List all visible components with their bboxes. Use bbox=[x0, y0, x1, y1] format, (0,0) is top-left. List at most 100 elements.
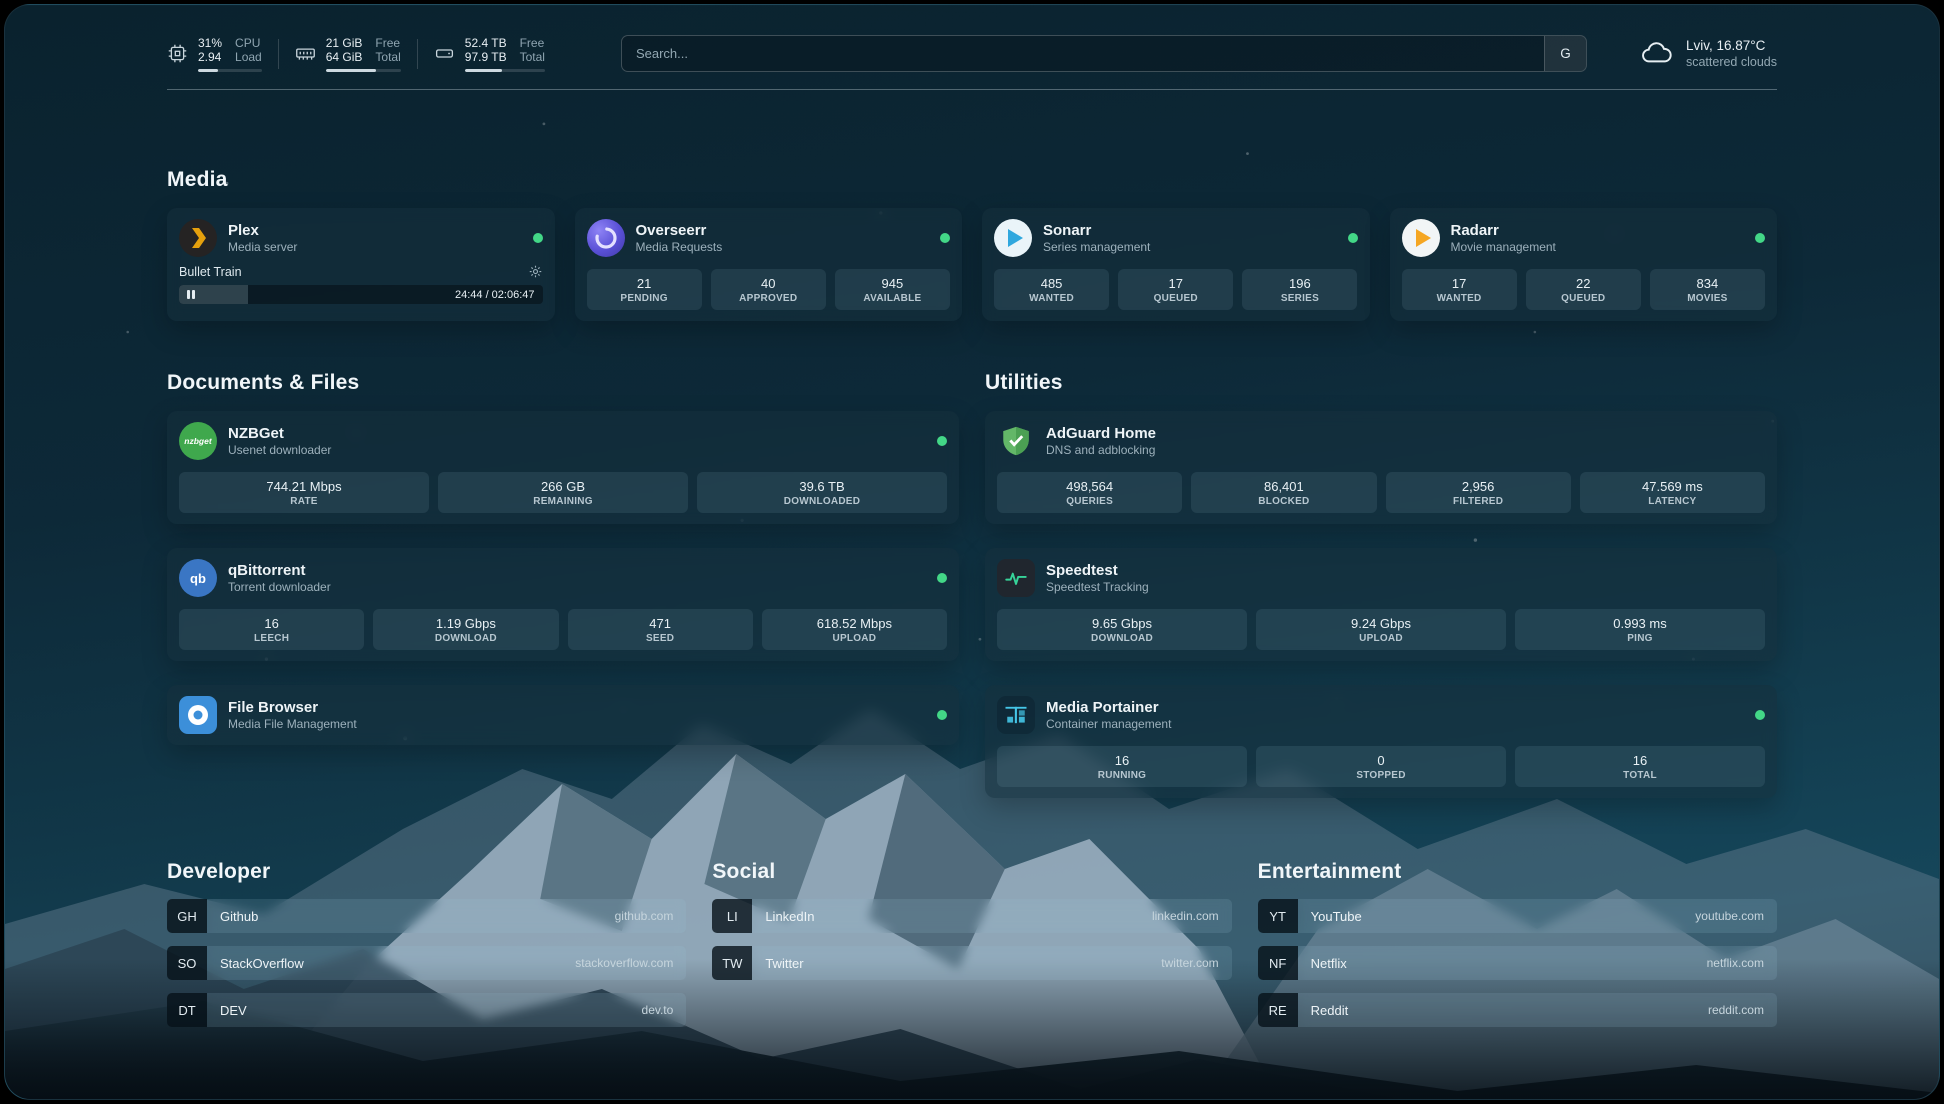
stat-running: 16 RUNNING bbox=[997, 746, 1247, 787]
bookmark-netflix[interactable]: NF Netflix netflix.com bbox=[1258, 946, 1777, 980]
stat-approved: 40 APPROVED bbox=[711, 269, 826, 310]
bookmark-name: Github bbox=[220, 909, 258, 924]
bookmark-url: reddit.com bbox=[1708, 1003, 1764, 1017]
bookmarks-social: Social LI LinkedIn linkedin.com TW Twitt… bbox=[712, 860, 1231, 1027]
service-card-sonarr: Sonarr Series management 485 WANTED 17 Q… bbox=[982, 208, 1370, 321]
service-subtitle: Speedtest Tracking bbox=[1046, 580, 1149, 595]
memory-label-2: Total bbox=[375, 50, 400, 65]
cpu-load: 2.94 bbox=[198, 50, 222, 65]
bookmark-stackoverflow[interactable]: SO StackOverflow stackoverflow.com bbox=[167, 946, 686, 980]
header-divider bbox=[167, 89, 1777, 90]
service-link-nzbget[interactable]: nzbget NZBGet Usenet downloader bbox=[179, 422, 947, 460]
service-link-radarr[interactable]: Radarr Movie management bbox=[1402, 219, 1766, 257]
bookmark-abbr: NF bbox=[1258, 946, 1298, 980]
service-link-adguard[interactable]: AdGuard Home DNS and adblocking bbox=[997, 422, 1765, 460]
service-subtitle: Movie management bbox=[1451, 240, 1556, 255]
service-card-plex: Plex Media server Bullet Train bbox=[167, 208, 555, 321]
stat-leech: 16 LEECH bbox=[179, 609, 364, 650]
stat-download: 9.65 Gbps DOWNLOAD bbox=[997, 609, 1247, 650]
plex-player-bar[interactable]: 24:44 / 02:06:47 bbox=[179, 285, 543, 304]
stat-total: 16 TOTAL bbox=[1515, 746, 1765, 787]
bookmark-youtube[interactable]: YT YouTube youtube.com bbox=[1258, 899, 1777, 933]
cloud-icon bbox=[1639, 40, 1675, 67]
cpu-label-1: CPU bbox=[235, 36, 262, 51]
weather-condition: scattered clouds bbox=[1686, 54, 1777, 70]
search-provider-button[interactable]: G bbox=[1544, 36, 1586, 71]
service-card-adguard: AdGuard Home DNS and adblocking 498,564 … bbox=[985, 411, 1777, 524]
stat-download: 1.19 Gbps DOWNLOAD bbox=[373, 609, 558, 650]
service-title: Sonarr bbox=[1043, 222, 1150, 240]
weather-widget[interactable]: Lviv, 16.87°C scattered clouds bbox=[1639, 37, 1777, 70]
stat-upload: 618.52 Mbps UPLOAD bbox=[762, 609, 947, 650]
disk-label-1: Free bbox=[520, 36, 545, 51]
service-card-overseerr: Overseerr Media Requests 21 PENDING 40 A… bbox=[575, 208, 963, 321]
sonarr-icon bbox=[994, 219, 1032, 257]
service-subtitle: Usenet downloader bbox=[228, 443, 331, 458]
status-online-dot bbox=[940, 233, 950, 243]
bookmark-github[interactable]: GH Github github.com bbox=[167, 899, 686, 933]
stat-queued: 17 QUEUED bbox=[1118, 269, 1233, 310]
service-link-overseerr[interactable]: Overseerr Media Requests bbox=[587, 219, 951, 257]
memory-progress-bar bbox=[326, 69, 401, 72]
bookmark-url: youtube.com bbox=[1695, 909, 1764, 923]
service-title: Radarr bbox=[1451, 222, 1556, 240]
service-card-speedtest: Speedtest Speedtest Tracking 9.65 Gbps D… bbox=[985, 548, 1777, 661]
search-input[interactable] bbox=[622, 36, 1544, 71]
cpu-icon bbox=[167, 43, 188, 64]
service-link-plex[interactable]: Plex Media server bbox=[179, 219, 543, 257]
stat-downloaded: 39.6 TB DOWNLOADED bbox=[697, 472, 947, 513]
status-online-dot bbox=[533, 233, 543, 243]
service-card-filebrowser: File Browser Media File Management bbox=[167, 685, 959, 745]
status-online-dot bbox=[1348, 233, 1358, 243]
bookmark-name: Netflix bbox=[1311, 956, 1347, 971]
service-subtitle: Torrent downloader bbox=[228, 580, 331, 595]
pause-icon[interactable] bbox=[187, 290, 195, 299]
memory-icon bbox=[295, 43, 316, 64]
settings-gear-icon[interactable] bbox=[528, 264, 543, 279]
search-bar: G bbox=[621, 35, 1587, 72]
section-title-developer: Developer bbox=[167, 860, 686, 884]
stat-stopped: 0 STOPPED bbox=[1256, 746, 1506, 787]
bookmarks-section: Developer GH Github github.com SO StackO… bbox=[167, 860, 1777, 1027]
bookmark-twitter[interactable]: TW Twitter twitter.com bbox=[712, 946, 1231, 980]
service-link-portainer[interactable]: Media Portainer Container management bbox=[997, 696, 1765, 734]
cpu-widget: 31% 2.94 CPU Load bbox=[167, 36, 278, 72]
bookmark-reddit[interactable]: RE Reddit reddit.com bbox=[1258, 993, 1777, 1027]
bookmark-abbr: LI bbox=[712, 899, 752, 933]
bookmark-dev[interactable]: DT DEV dev.to bbox=[167, 993, 686, 1027]
bookmarks-entertainment: Entertainment YT YouTube youtube.com NF … bbox=[1258, 860, 1777, 1027]
bookmark-url: netflix.com bbox=[1707, 956, 1764, 970]
service-subtitle: Media server bbox=[228, 240, 297, 255]
radarr-icon bbox=[1402, 219, 1440, 257]
service-link-sonarr[interactable]: Sonarr Series management bbox=[994, 219, 1358, 257]
bookmark-linkedin[interactable]: LI LinkedIn linkedin.com bbox=[712, 899, 1231, 933]
bookmark-abbr: YT bbox=[1258, 899, 1298, 933]
stat-wanted: 485 WANTED bbox=[994, 269, 1109, 310]
utilities-column: Utilities bbox=[985, 371, 1777, 798]
disk-widget: 52.4 TB 97.9 TB Free Total bbox=[418, 36, 561, 72]
service-link-speedtest[interactable]: Speedtest Speedtest Tracking bbox=[997, 559, 1765, 597]
qbittorrent-icon: qb bbox=[179, 559, 217, 597]
service-title: Overseerr bbox=[636, 222, 723, 240]
service-card-nzbget: nzbget NZBGet Usenet downloader 744.21 M… bbox=[167, 411, 959, 524]
bookmark-url: linkedin.com bbox=[1152, 909, 1219, 923]
service-link-filebrowser[interactable]: File Browser Media File Management bbox=[179, 696, 947, 734]
stat-wanted: 17 WANTED bbox=[1402, 269, 1517, 310]
service-title: NZBGet bbox=[228, 425, 331, 443]
bookmark-url: github.com bbox=[615, 909, 674, 923]
bookmark-url: twitter.com bbox=[1161, 956, 1218, 970]
status-online-dot bbox=[1755, 233, 1765, 243]
stat-queued: 22 QUEUED bbox=[1526, 269, 1641, 310]
status-online-dot bbox=[937, 710, 947, 720]
bookmark-abbr: GH bbox=[167, 899, 207, 933]
disk-total: 97.9 TB bbox=[465, 50, 507, 65]
bookmark-name: YouTube bbox=[1311, 909, 1362, 924]
service-link-qbittorrent[interactable]: qb qBittorrent Torrent downloader bbox=[179, 559, 947, 597]
speedtest-icon bbox=[997, 559, 1035, 597]
stat-filtered: 2,956 FILTERED bbox=[1386, 472, 1571, 513]
service-title: qBittorrent bbox=[228, 562, 331, 580]
disk-icon bbox=[434, 43, 455, 64]
service-title: File Browser bbox=[228, 699, 357, 717]
status-online-dot bbox=[937, 436, 947, 446]
stat-available: 945 AVAILABLE bbox=[835, 269, 950, 310]
